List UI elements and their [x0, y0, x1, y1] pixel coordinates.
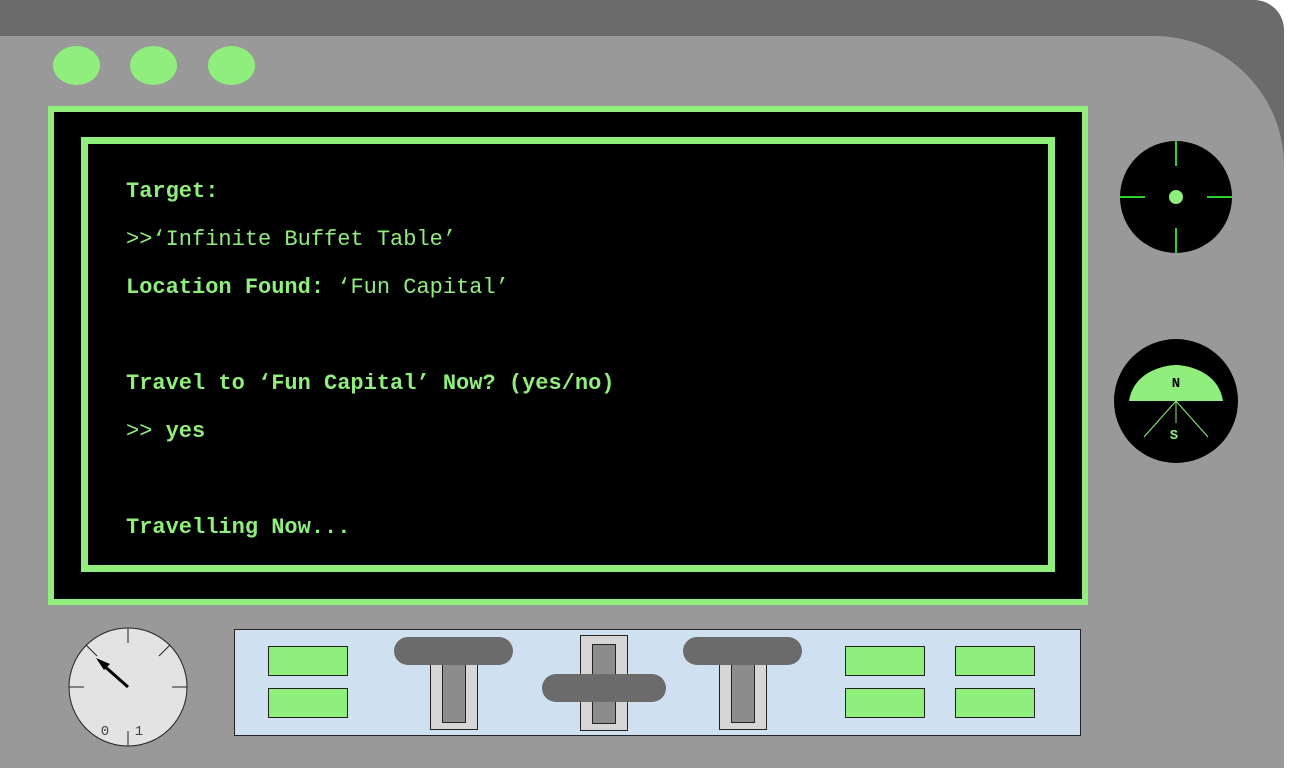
crosshair-gauge [1120, 141, 1232, 253]
slider-1-handle[interactable] [394, 637, 513, 665]
answer-line: >> yes [126, 419, 205, 445]
control-indicator-left-bottom[interactable] [268, 688, 348, 718]
compass-north-label: N [1172, 376, 1180, 392]
location-label: Location Found: [126, 275, 325, 300]
slider-2-handle[interactable] [542, 674, 666, 702]
control-indicator-right-1-top[interactable] [845, 646, 925, 676]
slider-3-groove [731, 659, 755, 723]
control-indicator-left-top[interactable] [268, 646, 348, 676]
target-value: ‘Infinite Buffet Table’ [152, 227, 457, 252]
compass-gauge: N S [1114, 339, 1238, 463]
led-indicator-3 [208, 46, 255, 85]
target-line: >>‘Infinite Buffet Table’ [126, 227, 456, 253]
travel-status: Travelling Now... [126, 515, 351, 540]
terminal-screen [81, 137, 1055, 572]
target-prompt: >> [126, 227, 153, 252]
led-indicator-1 [53, 46, 100, 85]
compass-south-label: S [1170, 428, 1178, 444]
slider-1-groove [442, 659, 466, 723]
answer-prompt: >> [126, 419, 166, 444]
gauge-dial-icon: 0 1 [68, 627, 188, 747]
answer-input[interactable]: yes [166, 419, 206, 444]
crosshair-icon [1120, 141, 1232, 253]
led-indicator-2 [130, 46, 177, 85]
dial-label-zero: 0 [101, 724, 109, 740]
control-indicator-right-2-top[interactable] [955, 646, 1035, 676]
travel-question: Travel to ‘Fun Capital’ Now? (yes/no) [126, 371, 615, 396]
control-indicator-right-2-bottom[interactable] [955, 688, 1035, 718]
control-indicator-right-1-bottom[interactable] [845, 688, 925, 718]
control-panel [234, 629, 1081, 736]
slider-3-handle[interactable] [683, 637, 802, 665]
compass-icon: N S [1129, 365, 1223, 444]
target-label: Target: [126, 179, 219, 204]
location-value: ‘Fun Capital’ [324, 275, 509, 300]
dial-label-one: 1 [135, 724, 143, 740]
gauge-dial: 0 1 [68, 627, 188, 747]
location-line: Location Found: ‘Fun Capital’ [126, 275, 509, 301]
